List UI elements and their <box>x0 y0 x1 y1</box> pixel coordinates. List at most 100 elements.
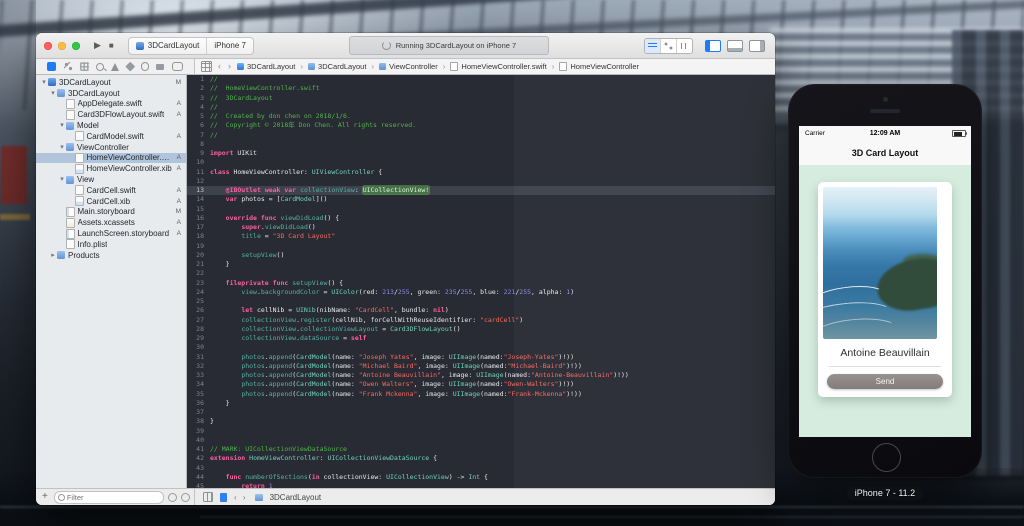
code-token: dataSource <box>300 334 340 342</box>
sidebar-item-card3dflowlayout-swift[interactable]: Card3DFlowLayout.swift A <box>36 109 186 120</box>
code-token: = <box>319 287 332 296</box>
sidebar-item-homeviewcontroller-swift[interactable]: HomeViewController.swift A <box>36 152 186 164</box>
code-token: () <box>276 250 285 259</box>
sidebar-item-appdelegate-swift[interactable]: AppDelegate.swift A <box>36 98 186 110</box>
disclosure-triangle-icon[interactable]: ▾ <box>58 144 66 151</box>
jump-bar-crumb[interactable]: 3DCardLayout <box>237 62 295 71</box>
sidebar-item-products[interactable]: ▸ Products <box>36 250 186 261</box>
stop-button[interactable]: ■ <box>109 41 114 50</box>
toggle-inspector-button[interactable] <box>748 39 765 52</box>
scheme-name: 3DCardLayout <box>147 41 200 50</box>
debug-icon[interactable] <box>140 62 150 71</box>
run-button[interactable]: ▶ <box>94 41 101 50</box>
jump-bar: ‹ › 3DCardLayout › 3DCardLayout › ViewContro… <box>195 59 775 74</box>
sidebar-item-viewcontroller[interactable]: ▾ ViewController <box>36 142 186 153</box>
related-items-icon[interactable] <box>201 61 212 72</box>
code-token: () { <box>327 278 344 287</box>
back-button[interactable]: ‹ <box>217 62 222 71</box>
code-token: (named: <box>476 380 504 389</box>
history-arrows-icon[interactable]: ‹ › <box>234 493 248 502</box>
toggle-debug-area-button[interactable] <box>726 39 743 52</box>
sidebar-item-homeviewcontroller-xib[interactable]: HomeViewController.xib A <box>36 163 186 174</box>
jump-bar-crumb[interactable]: HomeViewController.swift <box>450 62 547 71</box>
line-number: 2 <box>200 84 204 93</box>
standard-editor-button[interactable] <box>644 38 661 53</box>
project-navigator-icon[interactable] <box>47 62 57 71</box>
forward-button[interactable]: › <box>227 62 232 71</box>
sidebar-item-model[interactable]: ▾ Model <box>36 120 186 131</box>
jump-bar-crumb[interactable]: 3DCardLayout <box>308 62 366 71</box>
filter-input[interactable] <box>53 490 164 504</box>
source-control-badge: A <box>176 219 181 227</box>
close-window-button[interactable] <box>44 41 52 50</box>
code-token: super <box>241 223 261 231</box>
disclosure-triangle-icon[interactable]: ▾ <box>40 79 48 86</box>
code-text: extension HomeViewController: UICollecti… <box>210 454 775 463</box>
activity-spinner-icon <box>381 41 391 50</box>
disclosure-triangle-icon[interactable]: ▾ <box>58 122 66 129</box>
jump-bar-crumb[interactable]: HomeViewController <box>559 62 639 71</box>
code-token: func <box>260 213 277 222</box>
code-token: UIColor <box>331 287 359 296</box>
line-number: 19 <box>196 241 204 250</box>
profile-card[interactable]: Antoine Beauvillain Send <box>818 182 952 397</box>
symbols-icon[interactable] <box>79 62 89 71</box>
current-file-icon[interactable] <box>220 492 227 502</box>
code-line: 37 <box>187 408 775 417</box>
scheme-chip[interactable]: 3DCardLayout <box>129 38 207 54</box>
code-text: fileprivate func setupView() { <box>210 279 775 288</box>
code-token: (nibName: <box>315 306 355 315</box>
xcode-window: ▶ ■ 3DCardLayout iPhone 7 Running 3DCard… <box>36 33 775 505</box>
recent-files-filter-icon[interactable] <box>168 492 177 502</box>
sidebar-item-launchscreen-storyboard[interactable]: LaunchScreen.storyboard A <box>36 228 186 239</box>
code-token: } <box>210 398 230 407</box>
clock-label: 12:09 AM <box>869 130 901 137</box>
send-button[interactable]: Send <box>827 374 943 389</box>
zoom-window-button[interactable] <box>72 41 80 50</box>
assistant-editor-button[interactable] <box>660 38 677 53</box>
code-token: "Frank-Mckenna" <box>507 389 567 398</box>
code-token: append <box>268 380 293 389</box>
source-control-icon[interactable] <box>63 62 73 71</box>
sidebar-item-info-plist[interactable]: Info.plist <box>36 239 186 250</box>
sidebar-item-cardcell-swift[interactable]: CardCell.swift A <box>36 185 186 196</box>
sidebar-item-main-storyboard[interactable]: Main.storyboard M <box>36 206 186 218</box>
line-number: 6 <box>200 121 204 130</box>
bottom-breadcrumb-label[interactable]: 3DCardLayout <box>270 493 322 502</box>
issues-icon[interactable] <box>111 62 120 71</box>
sidebar-item-cardmodel-swift[interactable]: CardModel.swift A <box>36 131 186 142</box>
disclosure-triangle-icon[interactable]: ▾ <box>58 176 66 183</box>
sidebar-item-cardcell-xib[interactable]: CardCell.xib A <box>36 196 186 207</box>
version-editor-button[interactable] <box>677 39 692 53</box>
code-token: UIViewController <box>311 167 375 176</box>
tests-icon[interactable] <box>125 61 135 72</box>
sidebar-item-assets-xcassets[interactable]: Assets.xcassets A <box>36 217 186 228</box>
find-icon[interactable] <box>96 62 105 71</box>
disclosure-triangle-icon[interactable]: ▸ <box>49 252 57 259</box>
reports-icon[interactable] <box>171 62 183 71</box>
grid-icon[interactable] <box>203 492 213 502</box>
breakpoints-icon[interactable] <box>156 63 165 70</box>
jump-bar-crumb[interactable]: ViewController <box>379 62 438 71</box>
line-number: 37 <box>196 408 204 416</box>
source-editor[interactable]: 1 // 2 // HomeViewController.swift 3 // 3DCar… <box>187 75 775 488</box>
code-token: append <box>268 352 293 361</box>
disclosure-triangle-icon[interactable]: ▾ <box>49 90 57 97</box>
destination-chip[interactable]: iPhone 7 <box>206 37 253 54</box>
sidebar-item-3dcardlayout[interactable]: ▾ 3DCardLayout <box>36 88 186 99</box>
home-button[interactable] <box>871 443 901 472</box>
code-token: UICollectionView <box>386 472 449 481</box>
minimize-window-button[interactable] <box>58 41 66 50</box>
code-token: collectionView <box>241 324 297 333</box>
sidebar-item-view[interactable]: ▾ View <box>36 174 186 185</box>
toggle-navigator-button[interactable] <box>704 39 721 52</box>
add-file-button[interactable]: + <box>40 492 50 502</box>
source-control-filter-icon[interactable] <box>181 492 190 502</box>
sidebar-item-3dcardlayout[interactable]: ▾ 3DCardLayout M <box>36 77 186 88</box>
line-number: 30 <box>196 343 204 352</box>
code-token: setupView <box>292 278 328 287</box>
code-text: let cellNib = UINib(nibName: "CardCell",… <box>210 306 775 315</box>
crumb-label: HomeViewController.swift <box>461 62 547 71</box>
